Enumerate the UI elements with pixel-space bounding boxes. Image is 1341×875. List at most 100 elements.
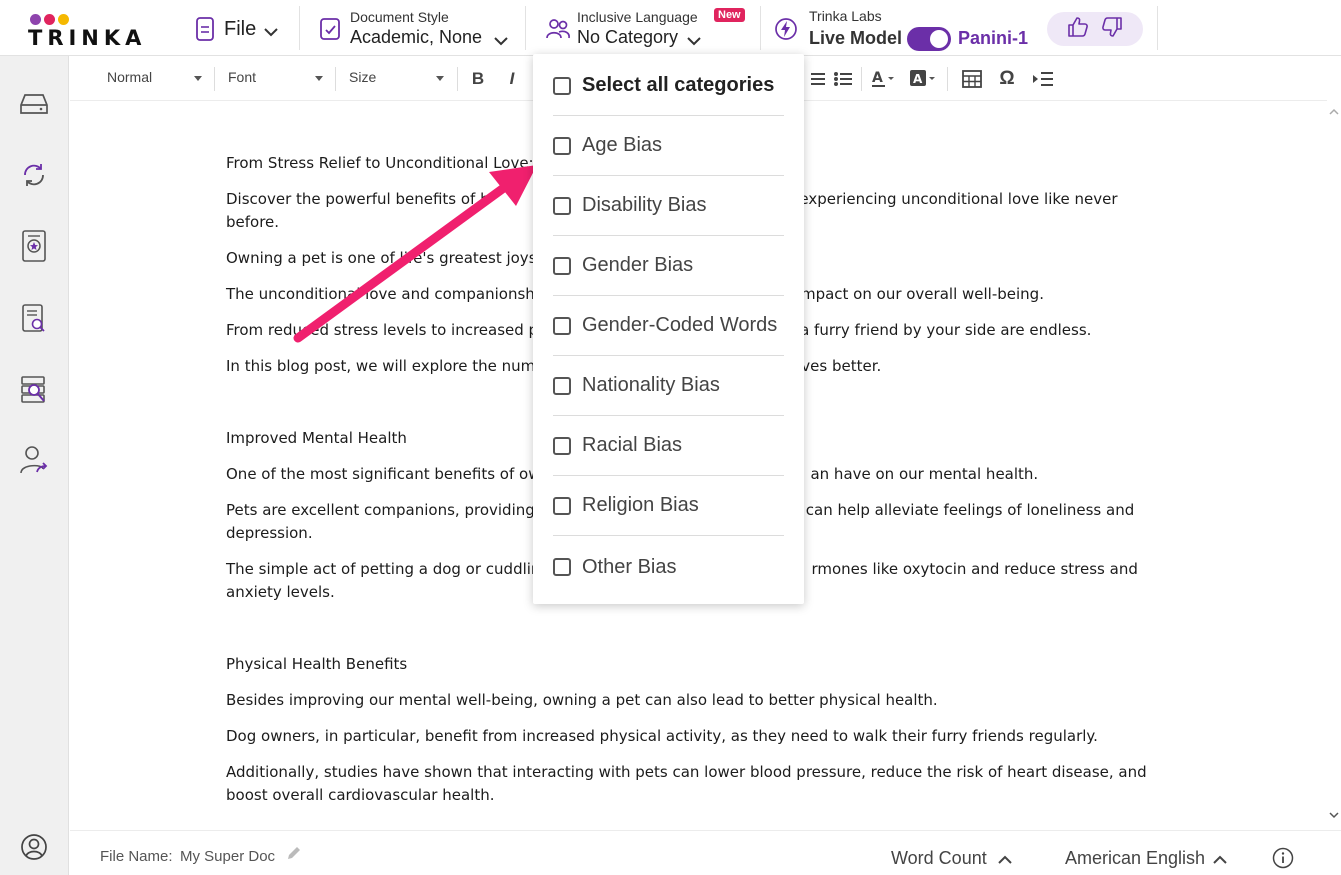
align-icon[interactable] bbox=[804, 65, 832, 93]
lightning-icon bbox=[773, 16, 799, 42]
scroll-arrows-icon bbox=[1329, 108, 1339, 819]
document-style-title: Document Style bbox=[350, 9, 449, 25]
category-label: Religion Bias bbox=[582, 494, 699, 516]
category-option-disability-bias[interactable]: Disability Bias bbox=[553, 176, 784, 236]
doc-text-left: One of the most significant benefits of … bbox=[226, 465, 541, 483]
font-select[interactable]: Font bbox=[228, 69, 256, 85]
word-count-toggle[interactable]: Word Count bbox=[891, 848, 987, 869]
special-character-button[interactable]: Ω bbox=[993, 65, 1021, 93]
text-color-icon[interactable]: A bbox=[870, 65, 898, 93]
svg-text:A: A bbox=[913, 72, 923, 86]
feedback-group bbox=[1047, 12, 1143, 46]
category-option-gender-bias[interactable]: Gender Bias bbox=[553, 236, 784, 296]
checkbox[interactable] bbox=[553, 316, 571, 335]
thumbs-up-icon[interactable] bbox=[1066, 15, 1090, 44]
doc-text-right: impact on our overall well-being. bbox=[796, 285, 1044, 303]
checkbox[interactable] bbox=[553, 558, 571, 576]
category-option-age-bias[interactable]: Age Bias bbox=[553, 116, 784, 176]
select-all-label: Select all categories bbox=[582, 74, 775, 96]
top-bar: TRINKA File Document Style Academic, Non… bbox=[0, 0, 1341, 56]
sync-icon[interactable] bbox=[18, 159, 50, 191]
editor-scrollbar[interactable] bbox=[1327, 101, 1341, 830]
checkbox[interactable] bbox=[553, 136, 571, 155]
doc-paragraph: Additionally, studies have shown that in… bbox=[226, 763, 1147, 804]
category-option-religion-bias[interactable]: Religion Bias bbox=[553, 476, 784, 536]
select-all-categories-option[interactable]: Select all categories bbox=[553, 56, 784, 116]
caret-down-icon bbox=[315, 76, 323, 81]
category-label: Nationality Bias bbox=[582, 374, 720, 396]
live-model-toggle[interactable] bbox=[907, 27, 951, 51]
doc-text-left: The simple act of petting a dog or cuddl… bbox=[226, 560, 541, 578]
caret-down-icon bbox=[436, 76, 444, 81]
category-label: Gender-Coded Words bbox=[582, 314, 778, 336]
toggle-knob bbox=[930, 30, 948, 48]
live-model-label: Live Model bbox=[809, 28, 903, 48]
doc-paragraph: Besides improving our mental well-being,… bbox=[226, 691, 938, 709]
people-icon bbox=[545, 16, 571, 42]
thumbs-down-icon[interactable] bbox=[1100, 15, 1124, 44]
left-sidebar bbox=[0, 56, 69, 875]
file-name-value[interactable]: My Super Doc bbox=[180, 848, 275, 865]
logo-text: TRINKA bbox=[28, 26, 147, 50]
checkbox[interactable] bbox=[553, 376, 571, 395]
category-label: Other Bias bbox=[582, 555, 677, 578]
divider bbox=[525, 6, 526, 50]
document-style-icon bbox=[318, 16, 344, 42]
divider bbox=[947, 67, 948, 91]
category-option-gender-coded-words[interactable]: Gender-Coded Words bbox=[553, 296, 784, 356]
indent-icon[interactable] bbox=[1029, 65, 1057, 93]
category-label: Gender Bias bbox=[582, 254, 694, 276]
drive-icon[interactable] bbox=[18, 88, 50, 120]
document-style-value: Academic, None bbox=[350, 27, 483, 47]
certificate-icon[interactable] bbox=[18, 230, 50, 262]
category-label: Racial Bias bbox=[582, 434, 683, 456]
category-option-nationality-bias[interactable]: Nationality Bias bbox=[553, 356, 784, 416]
doc-text-right: an have on our mental health. bbox=[810, 465, 1039, 483]
new-badge: New bbox=[714, 8, 745, 22]
divider bbox=[214, 67, 215, 91]
italic-button[interactable]: I bbox=[498, 65, 526, 93]
divider bbox=[457, 67, 458, 91]
pencil-icon[interactable] bbox=[286, 845, 302, 866]
paragraph-style-select[interactable]: Normal bbox=[107, 69, 152, 85]
document-search-icon[interactable] bbox=[18, 303, 50, 335]
account-icon[interactable] bbox=[18, 831, 50, 863]
inclusive-language-dropdown: Select all categories Age Bias Disabilit… bbox=[533, 54, 804, 604]
bold-button[interactable]: B bbox=[464, 65, 492, 93]
checkbox[interactable] bbox=[553, 436, 571, 455]
checkbox[interactable] bbox=[553, 76, 571, 95]
table-icon[interactable] bbox=[958, 65, 986, 93]
category-option-other-bias[interactable]: Other Bias bbox=[553, 537, 784, 597]
bullet-list-icon[interactable] bbox=[829, 65, 857, 93]
info-icon[interactable] bbox=[1272, 847, 1294, 874]
language-select[interactable]: American English bbox=[1065, 848, 1205, 869]
doc-text-left: Pets are excellent companions, providing bbox=[226, 501, 535, 519]
checkbox[interactable] bbox=[553, 196, 571, 215]
user-share-icon[interactable] bbox=[18, 444, 50, 476]
caret-down-icon bbox=[194, 76, 202, 81]
doc-heading: Physical Health Benefits bbox=[226, 655, 408, 673]
file-icon bbox=[192, 16, 218, 42]
divider bbox=[335, 67, 336, 91]
library-search-icon[interactable] bbox=[18, 374, 50, 406]
trinka-logo[interactable]: TRINKA bbox=[28, 10, 158, 50]
category-option-racial-bias[interactable]: Racial Bias bbox=[553, 416, 784, 476]
doc-text-left: The unconditional love and companionsh bbox=[226, 285, 535, 303]
chevron-up-icon bbox=[1212, 852, 1228, 870]
checkbox[interactable] bbox=[553, 496, 571, 515]
checkbox[interactable] bbox=[553, 256, 571, 275]
file-name-label: File Name: bbox=[100, 848, 173, 865]
divider bbox=[299, 6, 300, 50]
inclusive-language-title: Inclusive Language bbox=[577, 9, 698, 25]
inclusive-language-value: No Category bbox=[577, 27, 679, 47]
model-name: Panini-1 bbox=[958, 28, 1029, 48]
divider bbox=[1157, 6, 1158, 50]
doc-text-left: Discover the powerful benefits of h bbox=[226, 190, 490, 208]
doc-text-right: a furry friend by your side are endless. bbox=[800, 321, 1092, 339]
trinka-labs-title: Trinka Labs bbox=[809, 8, 882, 24]
chevron-down-icon bbox=[493, 33, 509, 51]
size-select[interactable]: Size bbox=[349, 69, 376, 85]
highlight-color-icon[interactable]: A bbox=[910, 65, 938, 93]
svg-text:A: A bbox=[872, 70, 883, 86]
